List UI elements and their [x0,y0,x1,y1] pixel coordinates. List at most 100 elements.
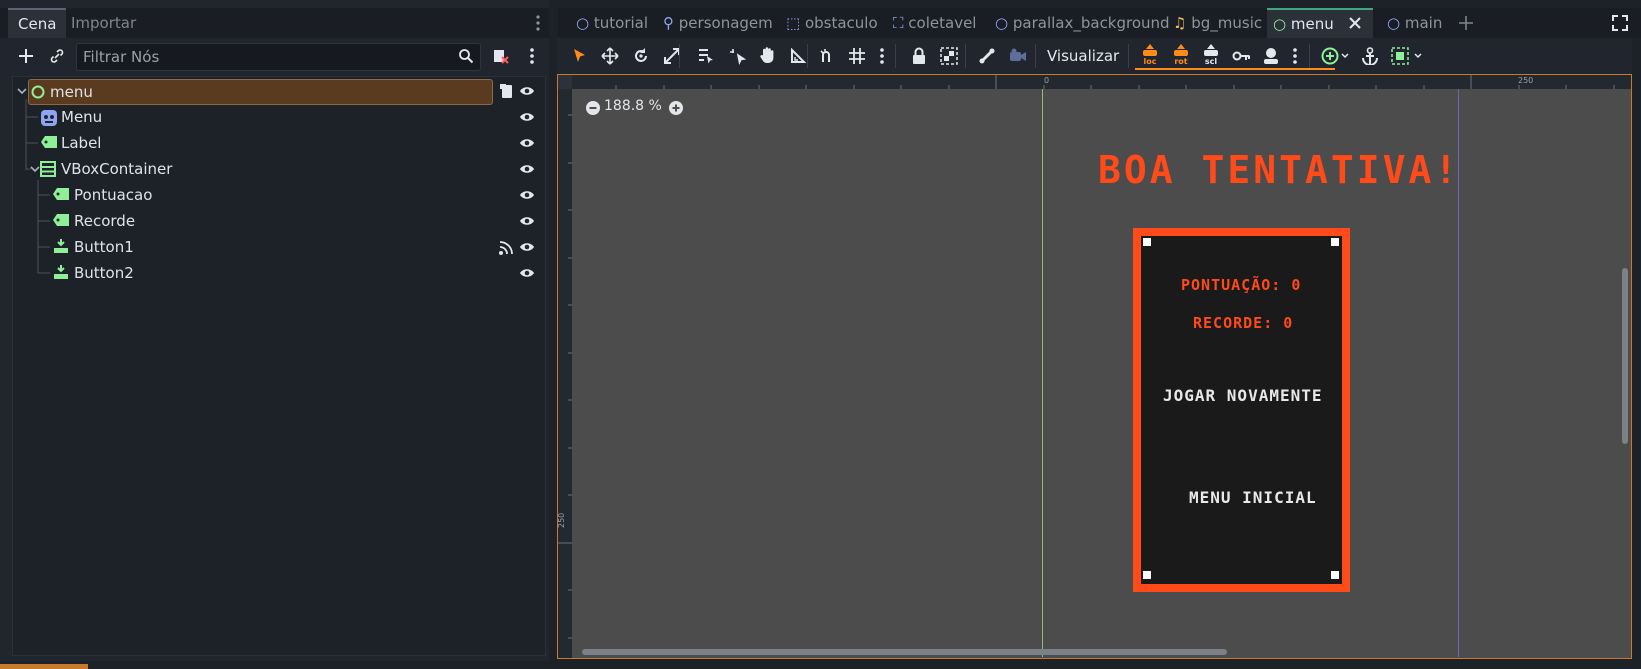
distraction-free-icon[interactable] [1612,15,1628,31]
tab-bg-music[interactable]: ♫ bg_music [1167,8,1268,38]
tree-node-label: Button2 [74,264,134,282]
rotate-mode-icon[interactable] [632,47,650,65]
circle-icon: ○ [1273,15,1287,33]
canvas-toolbar: Visualizar loc rot scl [557,38,1632,74]
tab-personagem[interactable]: ⚲ personagem [657,8,779,38]
ruler-label: 250 [1518,76,1534,85]
key-loc-button[interactable]: loc [1139,43,1161,66]
bone-icon[interactable] [978,47,996,65]
add-child-icon[interactable] [1321,47,1351,65]
tab-tutorial[interactable]: ○ tutorial [570,8,654,38]
main-menu-button[interactable]: MENU INICIAL [1189,488,1317,507]
chevron-down-icon[interactable] [16,85,28,97]
key-icon[interactable] [1232,48,1250,64]
tree-node-label: Menu [61,108,103,126]
button-node-icon [53,238,69,254]
music-icon: ♫ [1173,14,1187,32]
view-menu-button[interactable]: Visualizar [1047,38,1119,74]
tree-row-root-selected[interactable] [28,79,493,105]
visibility-eye-icon[interactable] [519,214,535,228]
key-rot-button[interactable]: rot [1170,43,1192,66]
circle-icon: ○ [995,14,1009,32]
zoom-out-icon[interactable] [585,100,601,116]
tree-node-label: menu [50,83,93,101]
score-label[interactable]: PONTUAÇÃO: 0 [1181,276,1301,294]
move-mode-icon[interactable] [601,47,619,65]
vbox-node-icon [40,161,56,177]
ruler-label: 250 [557,512,566,528]
animation-options-icon[interactable] [1292,47,1298,65]
visibility-eye-icon[interactable] [519,188,535,202]
game-title-label[interactable]: BOA TENTATIVA! [1098,148,1460,192]
visibility-eye-icon[interactable] [519,162,535,176]
control-node-icon [30,84,46,100]
signal-icon[interactable] [498,240,514,256]
list-select-icon[interactable] [697,47,715,65]
label-node-icon [52,187,70,201]
visibility-eye-icon[interactable] [519,136,535,150]
key-bar-underline [1135,68,1335,70]
attached-script-icon[interactable] [500,83,514,99]
horizontal-scrollbar[interactable] [582,649,1227,655]
sprite-node-icon [40,109,58,127]
toolbar-separator [1128,44,1129,68]
toolbar-separator [895,44,896,68]
key-icon [1143,44,1157,56]
button-node-icon [53,264,69,280]
select-mode-icon[interactable] [572,48,588,64]
ruler-label: 0 [1044,76,1050,85]
visibility-eye-icon[interactable] [519,110,535,124]
smart-snap-icon[interactable] [819,48,835,64]
ruler-mode-icon[interactable] [790,48,806,64]
tab-parallax-background[interactable]: ○ parallax_background [989,8,1176,38]
toolbar-separator [679,44,680,68]
zoom-in-icon[interactable] [668,100,684,116]
visibility-eye-icon[interactable] [519,84,535,98]
collectible-icon: ⛶ [893,14,904,32]
selection-handle[interactable] [1143,238,1151,246]
tab-main[interactable]: ○ main [1381,8,1448,38]
ruler-ticks [558,75,1615,639]
character-icon: ⚲ [663,14,674,32]
add-tab-icon[interactable] [1459,16,1473,30]
toolbar-separator [1035,44,1036,68]
visibility-eye-icon[interactable] [519,240,535,254]
tree-node-label: Button1 [74,238,134,256]
visibility-eye-icon[interactable] [519,266,535,280]
label-node-icon [52,213,70,227]
tree-node-label: VBoxContainer [61,160,173,178]
auto-key-icon[interactable] [1262,47,1280,65]
selection-handle[interactable] [1331,571,1339,579]
key-icon [1204,44,1218,56]
tab-coletavel[interactable]: ⛶ coletavel [887,8,982,38]
circle-icon: ○ [576,14,590,32]
toolbar-separator [807,44,808,68]
tab-obstaculo[interactable]: ⬚ obstaculo [780,8,884,38]
origin-axis-line [1042,89,1043,657]
selection-handle[interactable] [1331,238,1339,246]
camera-icon [1009,48,1027,64]
grid-snap-icon[interactable] [848,47,866,65]
record-label[interactable]: RECORDE: 0 [1193,314,1293,332]
play-again-button[interactable]: JOGAR NOVAMENTE [1163,386,1323,405]
vertical-scrollbar[interactable] [1622,268,1628,444]
lock-icon[interactable] [911,47,927,65]
tree-node-label: Pontuacao [74,186,153,204]
toolbar-separator [1309,44,1310,68]
key-icon [1174,44,1188,56]
close-tab-icon[interactable] [1348,16,1362,30]
anchor-icon[interactable] [1361,47,1379,65]
circle-icon: ○ [1387,14,1401,32]
snap-options-icon[interactable] [879,47,885,65]
key-scl-button[interactable]: scl [1200,43,1222,66]
area-icon: ⬚ [786,14,801,32]
zoom-reset-button[interactable]: 188.8 % [604,98,662,114]
layout-icon[interactable] [1391,47,1425,65]
bottom-panel-indicator [0,664,88,669]
selection-handle[interactable] [1143,571,1151,579]
tree-node-label: Recorde [74,212,136,230]
tree-node-label: Label [61,134,102,152]
pivot-mode-icon[interactable] [728,47,746,65]
pan-mode-icon[interactable] [759,46,777,64]
group-icon[interactable] [940,47,958,65]
